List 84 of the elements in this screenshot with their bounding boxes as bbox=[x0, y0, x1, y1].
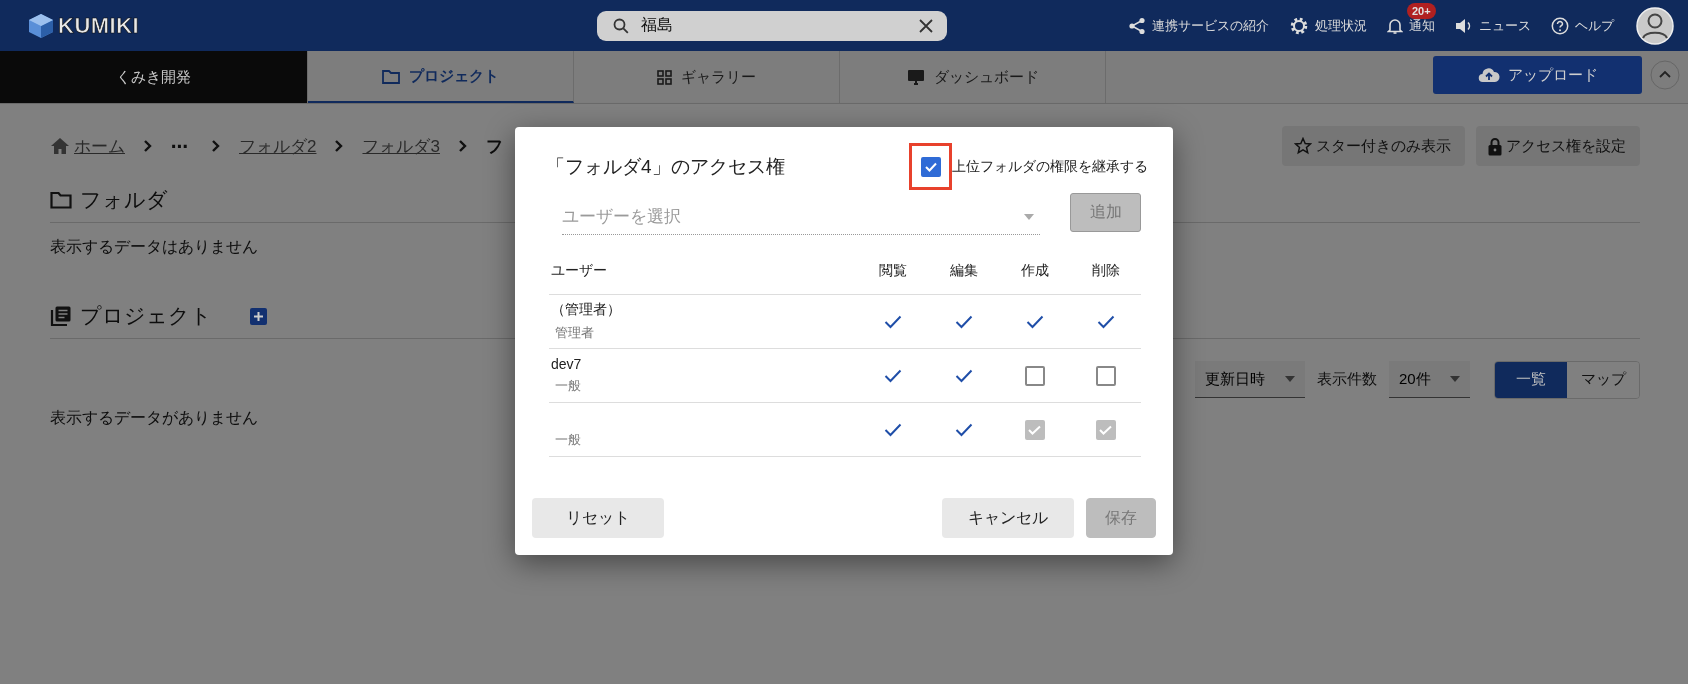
check-mark-icon bbox=[883, 314, 902, 329]
cube-logo-icon bbox=[26, 11, 56, 40]
breadcrumb-link[interactable]: フォルダ3 bbox=[362, 134, 440, 158]
cloud-upload-icon bbox=[1477, 67, 1500, 83]
add-icon[interactable] bbox=[250, 307, 267, 325]
user-role: 一般 bbox=[554, 431, 582, 449]
section-title: プロジェクト bbox=[80, 303, 212, 329]
logo-text: KUMIKI bbox=[58, 12, 140, 39]
notification-badge: 20+ bbox=[1407, 2, 1436, 19]
user-select[interactable]: ユーザーを選択 bbox=[562, 199, 1040, 235]
permission-checkbox[interactable] bbox=[1095, 365, 1116, 386]
inherit-checkbox[interactable] bbox=[920, 156, 941, 177]
sort-select[interactable]: 更新日時 bbox=[1195, 361, 1305, 398]
breadcrumb-link[interactable]: フォルダ2 bbox=[239, 134, 317, 158]
library-icon bbox=[50, 305, 72, 327]
nav-tab[interactable]: くみき開発 bbox=[0, 51, 308, 103]
starred-filter-button[interactable]: スター付きのみ表示 bbox=[1282, 126, 1465, 166]
empty-message: 表示するデータはありません bbox=[50, 237, 258, 257]
folder-icon bbox=[50, 191, 72, 209]
reset-button[interactable]: リセット bbox=[532, 498, 664, 538]
upload-button[interactable]: アップロード bbox=[1433, 56, 1642, 94]
nav-tab[interactable]: プロジェクト bbox=[308, 51, 574, 103]
gear-icon bbox=[1289, 15, 1309, 36]
user-name: dev7 bbox=[551, 356, 583, 372]
page-size-label: 表示件数 bbox=[1317, 370, 1377, 389]
check-mark-icon bbox=[1028, 424, 1041, 435]
chevron-up-icon[interactable] bbox=[1650, 60, 1680, 90]
column-header: 削除 bbox=[1090, 261, 1121, 280]
section-title: フォルダ bbox=[80, 187, 168, 213]
nav-link[interactable]: ヘルプ bbox=[1551, 16, 1614, 35]
caret-down-icon bbox=[1450, 376, 1460, 382]
search-icon bbox=[613, 17, 629, 34]
column-header: 編集 bbox=[948, 261, 979, 280]
search-field[interactable]: 福島 bbox=[597, 10, 947, 41]
nav-link[interactable]: ニュース bbox=[1455, 16, 1531, 35]
chevron-right-icon bbox=[334, 139, 345, 153]
nav-link[interactable]: 通知 bbox=[1387, 16, 1435, 35]
check-mark-icon bbox=[1096, 314, 1115, 329]
breadcrumb-link[interactable]: ホーム bbox=[74, 134, 125, 158]
column-header: 作成 bbox=[1019, 261, 1050, 280]
breadcrumb-more[interactable]: ⋯ bbox=[171, 135, 193, 157]
empty-message: 表示するデータがありません bbox=[50, 408, 258, 428]
check-mark-icon bbox=[954, 422, 973, 437]
breadcrumb-current: フ bbox=[485, 135, 503, 158]
check-mark-icon bbox=[924, 161, 937, 172]
view-toggle-button[interactable]: 一覧 bbox=[1495, 361, 1567, 398]
nav-tab[interactable]: ギャラリー bbox=[574, 51, 840, 103]
share-icon bbox=[1128, 16, 1146, 35]
lock-icon bbox=[1488, 136, 1502, 156]
check-mark-icon bbox=[954, 314, 973, 329]
help-icon bbox=[1551, 16, 1569, 35]
check-mark-icon bbox=[883, 368, 902, 383]
clear-icon[interactable] bbox=[919, 18, 933, 33]
nav-tab[interactable]: ダッシュボード bbox=[840, 51, 1106, 103]
check-mark-icon bbox=[883, 422, 902, 437]
access-button[interactable]: アクセス権を設定 bbox=[1476, 126, 1640, 166]
chevron-right-icon bbox=[211, 139, 221, 153]
check-mark-icon bbox=[1099, 424, 1112, 435]
user-role: 管理者 bbox=[554, 324, 595, 342]
grid-icon bbox=[657, 69, 672, 85]
user-role: 一般 bbox=[554, 377, 582, 395]
check-mark-icon bbox=[1025, 314, 1044, 329]
dialog-title: 「フォルダ4」のアクセス権 bbox=[546, 154, 785, 179]
nav-link[interactable]: 連携サービスの紹介 bbox=[1128, 16, 1269, 35]
chevron-right-icon bbox=[457, 139, 468, 153]
user-name: （管理者） bbox=[551, 301, 622, 319]
chevron-right-icon bbox=[143, 139, 153, 153]
home-icon bbox=[50, 137, 70, 155]
caret-down-icon bbox=[1285, 376, 1295, 382]
inherit-label: 上位フォルダの権限を継承する bbox=[952, 157, 1148, 176]
monitor-icon bbox=[906, 69, 925, 85]
cancel-button[interactable]: キャンセル bbox=[942, 498, 1074, 538]
permission-checkbox[interactable] bbox=[1024, 365, 1045, 386]
column-header: ユーザー bbox=[550, 261, 608, 280]
page-size-select[interactable]: 20件 bbox=[1389, 361, 1470, 398]
speaker-icon bbox=[1455, 17, 1473, 34]
folder-icon bbox=[382, 68, 400, 84]
avatar-icon[interactable] bbox=[1636, 6, 1674, 45]
check-mark-icon bbox=[954, 368, 973, 383]
caret-down-icon bbox=[1024, 213, 1034, 220]
column-header: 閲覧 bbox=[877, 261, 908, 280]
nav-link[interactable]: 処理状況 bbox=[1289, 15, 1367, 36]
star-icon bbox=[1294, 137, 1312, 155]
bell-icon bbox=[1387, 16, 1403, 35]
